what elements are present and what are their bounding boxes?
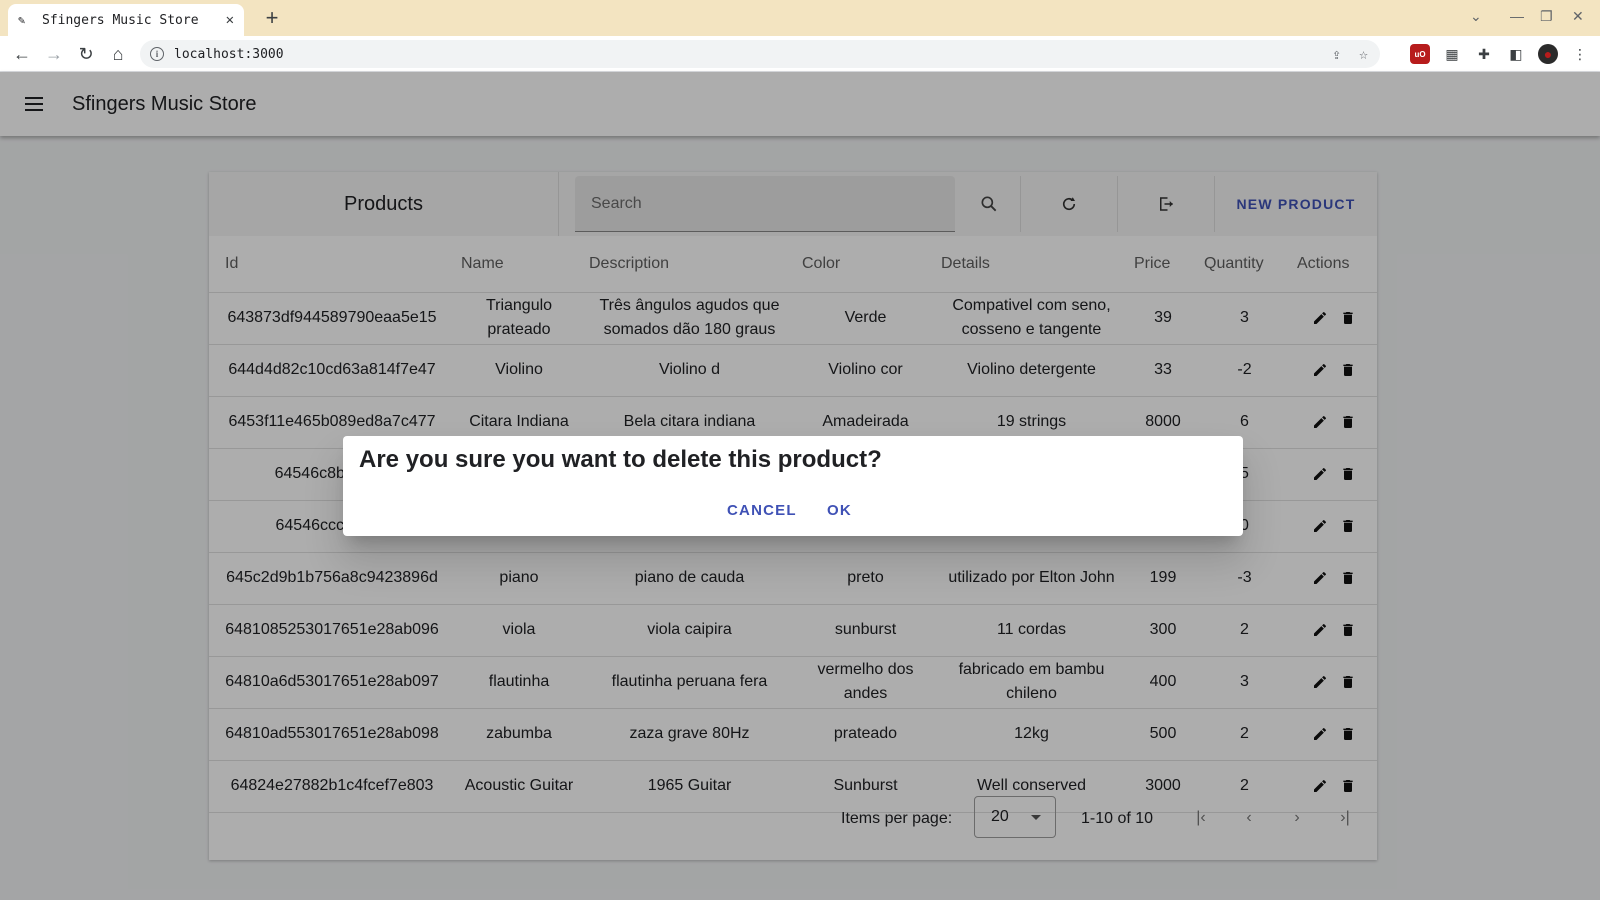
url-field[interactable]: i localhost:3000 ⇪ ☆ bbox=[140, 40, 1380, 68]
browser-menu-icon[interactable]: ⋮ bbox=[1570, 44, 1590, 64]
profile-avatar[interactable]: ● bbox=[1538, 44, 1558, 64]
side-panel-icon[interactable]: ◧ bbox=[1506, 44, 1526, 64]
tab-title: Sfingers Music Store bbox=[42, 12, 199, 28]
browser-address-bar: ← → ↻ ⌂ i localhost:3000 ⇪ ☆ uO ▦ ✚ ◧ ● … bbox=[0, 36, 1600, 72]
back-icon[interactable]: ← bbox=[10, 42, 34, 66]
media-extension-icon[interactable]: ▦ bbox=[1442, 44, 1462, 64]
reload-icon[interactable]: ↻ bbox=[74, 42, 98, 66]
minimize-icon[interactable]: — bbox=[1510, 8, 1524, 24]
restore-icon[interactable]: ❐ bbox=[1540, 8, 1553, 25]
dialog-title: Are you sure you want to delete this pro… bbox=[359, 446, 882, 473]
bookmark-star-icon[interactable]: ☆ bbox=[1359, 45, 1368, 63]
site-info-icon[interactable]: i bbox=[150, 47, 164, 61]
share-icon[interactable]: ⇪ bbox=[1332, 45, 1341, 63]
ublock-extension-icon[interactable]: uO bbox=[1410, 44, 1430, 64]
new-tab-icon[interactable]: + bbox=[258, 4, 286, 32]
browser-tabbar: ✎ Sfingers Music Store ✕ + ⌄ — ❐ ✕ bbox=[0, 0, 1600, 36]
forward-icon[interactable]: → bbox=[42, 42, 66, 66]
extensions-puzzle-icon[interactable]: ✚ bbox=[1474, 44, 1494, 64]
delete-confirm-dialog: Are you sure you want to delete this pro… bbox=[343, 436, 1243, 536]
guitar-favicon-icon: ✎ bbox=[18, 13, 26, 27]
browser-tab[interactable]: ✎ Sfingers Music Store ✕ bbox=[8, 4, 244, 36]
tab-close-icon[interactable]: ✕ bbox=[226, 12, 234, 28]
url-text: localhost:3000 bbox=[174, 46, 284, 62]
tab-list-chevron-icon[interactable]: ⌄ bbox=[1470, 8, 1482, 25]
ok-button[interactable]: OK bbox=[815, 492, 864, 528]
close-window-icon[interactable]: ✕ bbox=[1572, 8, 1584, 25]
home-icon[interactable]: ⌂ bbox=[106, 42, 130, 66]
cancel-button[interactable]: CANCEL bbox=[715, 492, 809, 528]
